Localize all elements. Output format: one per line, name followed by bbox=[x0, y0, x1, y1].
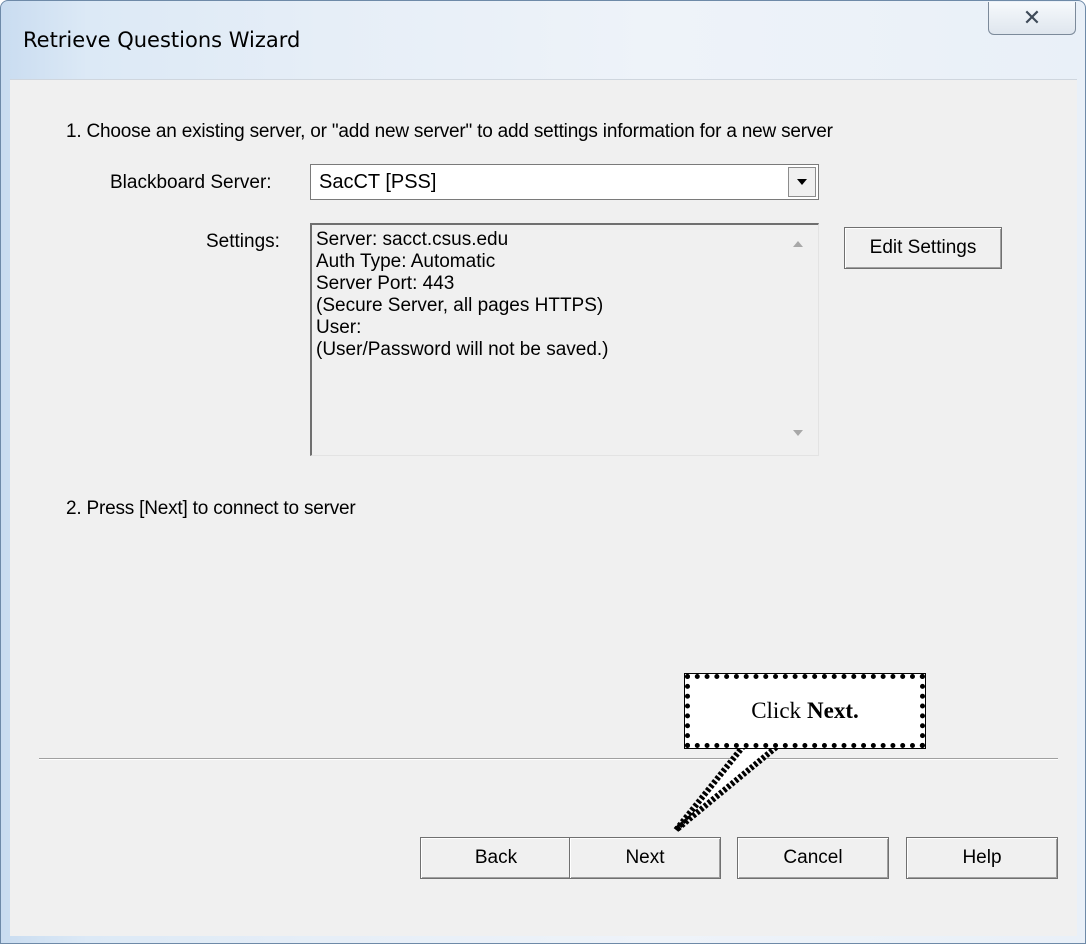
callout-text: Click bbox=[751, 698, 802, 723]
settings-line: Server Port: 443 bbox=[316, 273, 455, 294]
callout-emphasis: Next. bbox=[807, 698, 859, 723]
edit-settings-button[interactable]: Edit Settings bbox=[844, 227, 1002, 269]
close-icon: ✕ bbox=[1022, 5, 1042, 30]
blackboard-server-select[interactable]: SacCT [PSS] bbox=[310, 164, 819, 200]
settings-textarea[interactable]: Server: sacct.csus.edu Auth Type: Automa… bbox=[310, 223, 819, 456]
settings-line: Auth Type: Automatic bbox=[316, 251, 496, 272]
blackboard-server-label: Blackboard Server: bbox=[110, 172, 272, 193]
cancel-button[interactable]: Cancel bbox=[737, 837, 889, 879]
next-button[interactable]: Next bbox=[569, 837, 721, 879]
blackboard-server-value: SacCT [PSS] bbox=[319, 171, 437, 193]
settings-line: User: bbox=[316, 317, 362, 338]
instruction-callout: Click Next. bbox=[684, 673, 926, 749]
close-button[interactable]: ✕ bbox=[988, 2, 1076, 35]
wizard-body: 1. Choose an existing server, or "add ne… bbox=[10, 79, 1077, 936]
footer-separator bbox=[39, 758, 1058, 760]
back-button[interactable]: Back bbox=[420, 837, 572, 879]
step1-instruction: 1. Choose an existing server, or "add ne… bbox=[66, 121, 833, 142]
wizard-window: Retrieve Questions Wizard ✕ 1. Choose an… bbox=[0, 0, 1086, 944]
settings-label: Settings: bbox=[206, 231, 280, 252]
settings-line: (User/Password will not be saved.) bbox=[316, 339, 609, 360]
scroll-down-arrow-icon[interactable] bbox=[791, 428, 805, 438]
title-bar[interactable]: Retrieve Questions Wizard ✕ bbox=[1, 1, 1086, 79]
step2-instruction: 2. Press [Next] to connect to server bbox=[66, 498, 356, 519]
settings-line: (Secure Server, all pages HTTPS) bbox=[316, 295, 604, 316]
window-title: Retrieve Questions Wizard bbox=[23, 28, 301, 52]
settings-line: Server: sacct.csus.edu bbox=[316, 229, 509, 250]
help-button[interactable]: Help bbox=[906, 837, 1058, 879]
chevron-down-icon bbox=[797, 179, 807, 185]
scroll-up-arrow-icon[interactable] bbox=[791, 239, 805, 249]
dropdown-button[interactable] bbox=[788, 167, 816, 197]
